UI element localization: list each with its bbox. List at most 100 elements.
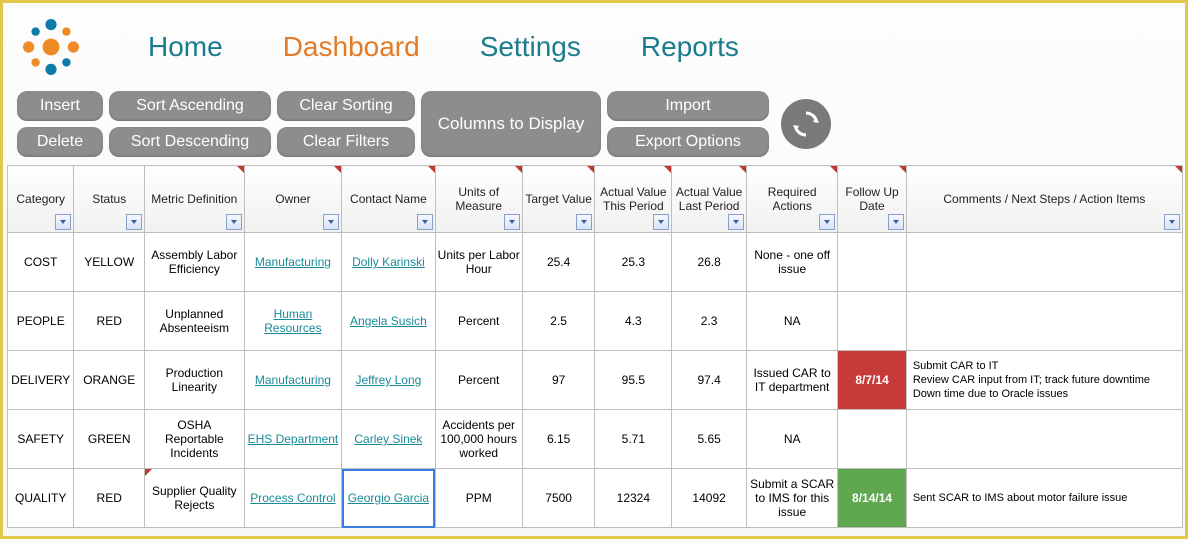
cell-comments[interactable] <box>906 233 1182 292</box>
header-owner[interactable]: Owner <box>244 166 342 233</box>
cell-actual-this[interactable]: 95.5 <box>595 351 672 410</box>
cell-owner[interactable]: EHS Department <box>244 410 342 469</box>
nav-home[interactable]: Home <box>148 31 223 63</box>
owner-link[interactable]: EHS Department <box>248 432 339 446</box>
cell-actual-last[interactable]: 14092 <box>672 469 747 528</box>
cell-uom[interactable]: Percent <box>435 351 522 410</box>
cell-follow[interactable] <box>838 292 907 351</box>
cell-actual-last[interactable]: 26.8 <box>672 233 747 292</box>
nav-settings[interactable]: Settings <box>480 31 581 63</box>
cell-target[interactable]: 6.15 <box>522 410 595 469</box>
cell-metric[interactable]: Unplanned Absenteeism <box>145 292 245 351</box>
cell-comments[interactable] <box>906 292 1182 351</box>
cell-comments[interactable]: Submit CAR to IT Review CAR input from I… <box>906 351 1182 410</box>
filter-icon[interactable] <box>323 214 339 230</box>
owner-link[interactable]: Manufacturing <box>255 255 331 269</box>
cell-category[interactable]: COST <box>8 233 74 292</box>
cell-target[interactable]: 2.5 <box>522 292 595 351</box>
cell-target[interactable]: 25.4 <box>522 233 595 292</box>
cell-metric[interactable]: Production Linearity <box>145 351 245 410</box>
cell-required[interactable]: Submit a SCAR to IMS for this issue <box>746 469 837 528</box>
header-contact[interactable]: Contact Name <box>342 166 435 233</box>
cell-status[interactable]: YELLOW <box>74 233 145 292</box>
cell-category[interactable]: SAFETY <box>8 410 74 469</box>
cell-target[interactable]: 97 <box>522 351 595 410</box>
cell-status[interactable]: RED <box>74 469 145 528</box>
cell-uom[interactable]: PPM <box>435 469 522 528</box>
cell-uom[interactable]: Accidents per 100,000 hours worked <box>435 410 522 469</box>
cell-follow[interactable] <box>838 233 907 292</box>
cell-required[interactable]: Issued CAR to IT department <box>746 351 837 410</box>
cell-contact[interactable]: Georgio Garcia <box>342 469 435 528</box>
cell-comments[interactable] <box>906 410 1182 469</box>
sync-button[interactable] <box>781 91 831 157</box>
cell-follow[interactable] <box>838 410 907 469</box>
cell-owner[interactable]: Manufacturing <box>244 233 342 292</box>
columns-to-display-button[interactable]: Columns to Display <box>421 91 601 157</box>
cell-owner[interactable]: Process Control <box>244 469 342 528</box>
header-uom[interactable]: Units of Measure <box>435 166 522 233</box>
filter-icon[interactable] <box>728 214 744 230</box>
insert-button[interactable]: Insert <box>17 91 103 121</box>
cell-required[interactable]: None - one off issue <box>746 233 837 292</box>
filter-icon[interactable] <box>1164 214 1180 230</box>
cell-metric[interactable]: OSHA Reportable Incidents <box>145 410 245 469</box>
filter-icon[interactable] <box>126 214 142 230</box>
cell-required[interactable]: NA <box>746 410 837 469</box>
cell-actual-last[interactable]: 2.3 <box>672 292 747 351</box>
contact-link[interactable]: Georgio Garcia <box>348 491 429 505</box>
cell-actual-last[interactable]: 5.65 <box>672 410 747 469</box>
header-actual-last[interactable]: Actual Value Last Period <box>672 166 747 233</box>
nav-reports[interactable]: Reports <box>641 31 739 63</box>
cell-category[interactable]: DELIVERY <box>8 351 74 410</box>
sort-ascending-button[interactable]: Sort Ascending <box>109 91 271 121</box>
cell-uom[interactable]: Units per Labor Hour <box>435 233 522 292</box>
cell-actual-this[interactable]: 5.71 <box>595 410 672 469</box>
cell-target[interactable]: 7500 <box>522 469 595 528</box>
owner-link[interactable]: Process Control <box>250 491 335 505</box>
clear-filters-button[interactable]: Clear Filters <box>277 127 415 157</box>
contact-link[interactable]: Dolly Karinski <box>352 255 425 269</box>
header-required[interactable]: Required Actions <box>746 166 837 233</box>
header-metric[interactable]: Metric Definition <box>145 166 245 233</box>
cell-required[interactable]: NA <box>746 292 837 351</box>
nav-dashboard[interactable]: Dashboard <box>283 31 420 63</box>
owner-link[interactable]: Manufacturing <box>255 373 331 387</box>
contact-link[interactable]: Jeffrey Long <box>355 373 421 387</box>
contact-link[interactable]: Carley Sinek <box>354 432 422 446</box>
clear-sorting-button[interactable]: Clear Sorting <box>277 91 415 121</box>
cell-owner[interactable]: Manufacturing <box>244 351 342 410</box>
export-options-button[interactable]: Export Options <box>607 127 769 157</box>
header-target[interactable]: Target Value <box>522 166 595 233</box>
cell-follow[interactable]: 8/14/14 <box>838 469 907 528</box>
cell-uom[interactable]: Percent <box>435 292 522 351</box>
cell-category[interactable]: PEOPLE <box>8 292 74 351</box>
cell-contact[interactable]: Carley Sinek <box>342 410 435 469</box>
filter-icon[interactable] <box>819 214 835 230</box>
cell-owner[interactable]: Human Resources <box>244 292 342 351</box>
delete-button[interactable]: Delete <box>17 127 103 157</box>
import-button[interactable]: Import <box>607 91 769 121</box>
cell-actual-this[interactable]: 25.3 <box>595 233 672 292</box>
cell-status[interactable]: GREEN <box>74 410 145 469</box>
header-actual-this[interactable]: Actual Value This Period <box>595 166 672 233</box>
cell-contact[interactable]: Dolly Karinski <box>342 233 435 292</box>
filter-icon[interactable] <box>504 214 520 230</box>
cell-comments[interactable]: Sent SCAR to IMS about motor failure iss… <box>906 469 1182 528</box>
cell-contact[interactable]: Jeffrey Long <box>342 351 435 410</box>
header-status[interactable]: Status <box>74 166 145 233</box>
header-comments[interactable]: Comments / Next Steps / Action Items <box>906 166 1182 233</box>
header-follow[interactable]: Follow Up Date <box>838 166 907 233</box>
filter-icon[interactable] <box>653 214 669 230</box>
filter-icon[interactable] <box>576 214 592 230</box>
cell-follow[interactable]: 8/7/14 <box>838 351 907 410</box>
contact-link[interactable]: Angela Susich <box>350 314 427 328</box>
sort-descending-button[interactable]: Sort Descending <box>109 127 271 157</box>
cell-metric[interactable]: Assembly Labor Efficiency <box>145 233 245 292</box>
header-category[interactable]: Category <box>8 166 74 233</box>
cell-contact[interactable]: Angela Susich <box>342 292 435 351</box>
filter-icon[interactable] <box>55 214 71 230</box>
cell-actual-this[interactable]: 12324 <box>595 469 672 528</box>
cell-status[interactable]: ORANGE <box>74 351 145 410</box>
filter-icon[interactable] <box>888 214 904 230</box>
